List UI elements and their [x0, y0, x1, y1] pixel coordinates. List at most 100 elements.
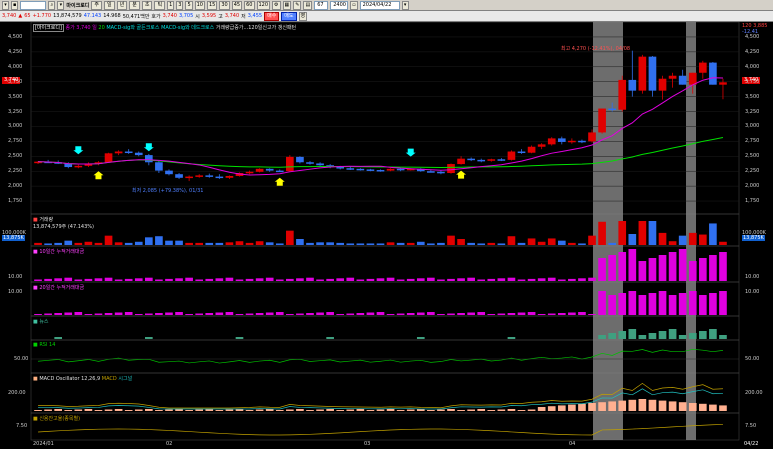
buy-button[interactable]: 매수	[264, 11, 280, 21]
dead-cross-arrow	[274, 177, 285, 186]
candle-body	[517, 151, 526, 154]
cum20-bar	[306, 313, 314, 315]
volume-bar	[517, 242, 526, 245]
macd-oscillator-bar	[678, 402, 687, 411]
macd-oscillator-bar	[487, 410, 496, 411]
misc-button[interactable]: 영	[298, 11, 308, 21]
candle-body	[628, 79, 637, 91]
macd-oscillator-bar	[578, 403, 586, 411]
lock-icon[interactable]: ▪	[11, 0, 19, 10]
cum10-bar	[557, 279, 566, 281]
candle-body	[205, 175, 214, 177]
price-change: 65	[24, 13, 31, 19]
date-dropdown-icon[interactable]: ▾	[401, 0, 409, 10]
hoga-label: 호가	[151, 13, 161, 20]
period-year-button[interactable]: 년	[116, 0, 128, 10]
golden-cross-arrow	[405, 148, 416, 157]
interval-3-button[interactable]: 3	[176, 0, 184, 10]
candle-body	[74, 165, 83, 168]
chart-icon[interactable]: ▤	[303, 0, 313, 10]
stock-code-input[interactable]	[20, 0, 47, 10]
interval-45-button[interactable]: 45	[231, 0, 243, 10]
volume-bar	[84, 241, 93, 245]
period-week-button[interactable]: 주	[91, 0, 103, 10]
volume-bar	[255, 241, 264, 245]
cum20-bar	[336, 314, 345, 315]
macd-oscillator-bar	[437, 409, 445, 411]
price-tick-left: 2,000	[8, 183, 23, 190]
cum10-ytick-left: 10.00	[8, 274, 23, 280]
news-bar	[628, 329, 637, 339]
macd-oscillator-bar	[114, 409, 123, 411]
period-second-button[interactable]: 초	[141, 0, 153, 10]
macd-oscillator-bar	[588, 403, 596, 411]
period-day-button[interactable]: 일	[104, 0, 115, 10]
price-tick-left: 2,250	[8, 168, 23, 175]
interval-60-button[interactable]: 60	[244, 0, 255, 10]
news-bar	[145, 337, 153, 339]
price-tick-left: 4,000	[8, 63, 23, 70]
price-tick-right: 2,500	[745, 153, 760, 160]
price-tick-right: 1,750	[745, 198, 760, 205]
candle-body	[346, 168, 355, 170]
candle-body	[306, 162, 314, 164]
macd-oscillator-bar	[709, 404, 717, 411]
period-minute-button[interactable]: 분	[129, 0, 140, 10]
volume-bar	[225, 242, 234, 245]
search-icon[interactable]: ⌕	[48, 0, 56, 10]
count-unit-input[interactable]: 2400	[330, 0, 349, 10]
macd-oscillator-bar	[306, 410, 314, 411]
interval-120-button[interactable]: 120	[256, 0, 271, 10]
count-input[interactable]: 67	[314, 0, 329, 10]
sell-button[interactable]: 매도	[281, 11, 297, 21]
volume-bar	[286, 230, 294, 245]
price-tick-left: 2,750	[8, 138, 23, 145]
calendar-icon[interactable]: ▫	[350, 0, 358, 10]
period-tick-button[interactable]: 틱	[154, 0, 166, 10]
dropdown-icon[interactable]: ▾	[57, 0, 65, 10]
interval-10-button[interactable]: 10	[194, 0, 205, 10]
candle-body	[568, 140, 576, 143]
volume-bar	[427, 243, 435, 245]
cum20-bar	[447, 313, 455, 315]
credit-ytick-right: 7.50	[745, 423, 757, 429]
settings-icon[interactable]: ⚙	[272, 0, 281, 10]
macd-oscillator-bar	[517, 410, 526, 411]
date-input[interactable]: 2024/04/22	[359, 0, 400, 10]
interval-15-button[interactable]: 15	[207, 0, 218, 10]
macd-oscillator-bar	[719, 405, 727, 411]
cum10-bar	[225, 277, 234, 281]
high-label: 고	[218, 13, 223, 20]
xaxis-label-last: 04/22	[744, 441, 759, 447]
menu-icon[interactable]: ▾	[2, 0, 9, 10]
volume-bar	[155, 236, 163, 245]
high-annotation: 최고 4,270 (-12.41%), 04/08	[561, 46, 631, 52]
chart-area[interactable]: [마이크로디] 종가 3,740 일 20 MACD-sig와 골든크로스 MA…	[0, 22, 773, 449]
chart-canvas[interactable]	[0, 22, 773, 449]
cum20-bar	[608, 295, 616, 315]
macd-oscillator-bar	[386, 409, 395, 411]
candle-body	[215, 176, 224, 179]
xaxis-label-jan: 2024/01	[33, 441, 54, 447]
edit-icon[interactable]: ✎	[293, 0, 302, 10]
interval-30-button[interactable]: 30	[219, 0, 230, 10]
news-bar	[678, 335, 687, 339]
volume-bar	[467, 242, 475, 245]
volume-bar	[537, 241, 546, 245]
macd-oscillator-bar	[155, 410, 163, 411]
cum10-bar	[346, 277, 355, 281]
macd-ytick-right: 200.00	[745, 390, 763, 396]
low-label: 저	[241, 13, 246, 20]
cum20-bar	[638, 295, 647, 315]
cum20-bar	[416, 312, 425, 315]
cum20-bar	[709, 293, 717, 315]
volume-bar	[406, 242, 415, 245]
macd-oscillator-bar	[658, 400, 667, 411]
cum20-bar	[396, 313, 405, 315]
candle-body	[507, 151, 516, 160]
interval-1-button[interactable]: 1	[167, 0, 175, 10]
volume-bar	[165, 240, 173, 245]
price-tick-right: 4,500	[745, 33, 760, 40]
interval-5-button[interactable]: 5	[185, 0, 193, 10]
grid-icon[interactable]: ▦	[282, 0, 292, 10]
